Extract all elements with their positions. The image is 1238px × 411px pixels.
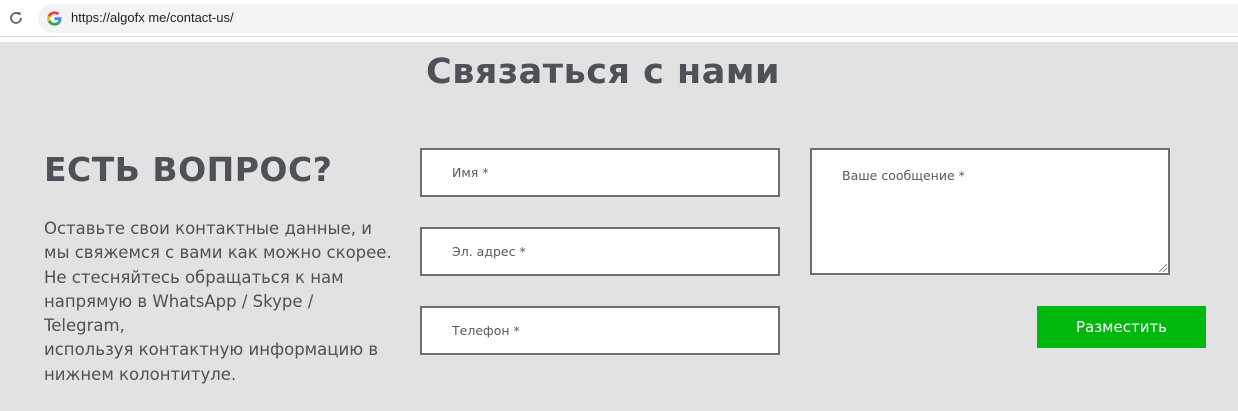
intro-line: мы свяжемся с вами как можно скорее. <box>44 243 392 263</box>
url-text: https://algofx me/contact-us/ <box>71 10 234 25</box>
intro-line: напрямую в WhatsApp / Skype / <box>44 291 314 311</box>
intro-line: нижнем колонтитуле. <box>44 364 237 384</box>
intro-line: Оставьте свои контактные данные, и <box>44 219 372 238</box>
name-field[interactable] <box>420 148 780 197</box>
browser-toolbar: https://algofx me/contact-us/ <box>0 0 1238 37</box>
reload-button[interactable] <box>6 8 26 28</box>
address-bar[interactable]: https://algofx me/contact-us/ <box>38 4 1238 33</box>
intro-line: Telegram, <box>44 316 125 336</box>
resize-handle-icon[interactable] <box>1159 264 1167 272</box>
message-field[interactable] <box>810 148 1170 275</box>
question-heading: ЕСТЬ ВОПРОС? <box>44 150 333 189</box>
email-field[interactable] <box>420 227 780 276</box>
submit-button[interactable]: Разместить <box>1037 306 1206 348</box>
phone-field[interactable] <box>420 306 780 355</box>
intro-text: Оставьте свои контактные данные, и мы св… <box>44 217 404 387</box>
page-title: Связаться с нами <box>426 52 780 92</box>
intro-line: Не стесняйтесь обращаться к нам <box>44 267 344 287</box>
toolbar-divider <box>0 37 1238 42</box>
intro-line: используя контактную информацию в <box>44 340 379 360</box>
reload-icon <box>10 12 22 24</box>
google-g-icon <box>47 11 62 26</box>
